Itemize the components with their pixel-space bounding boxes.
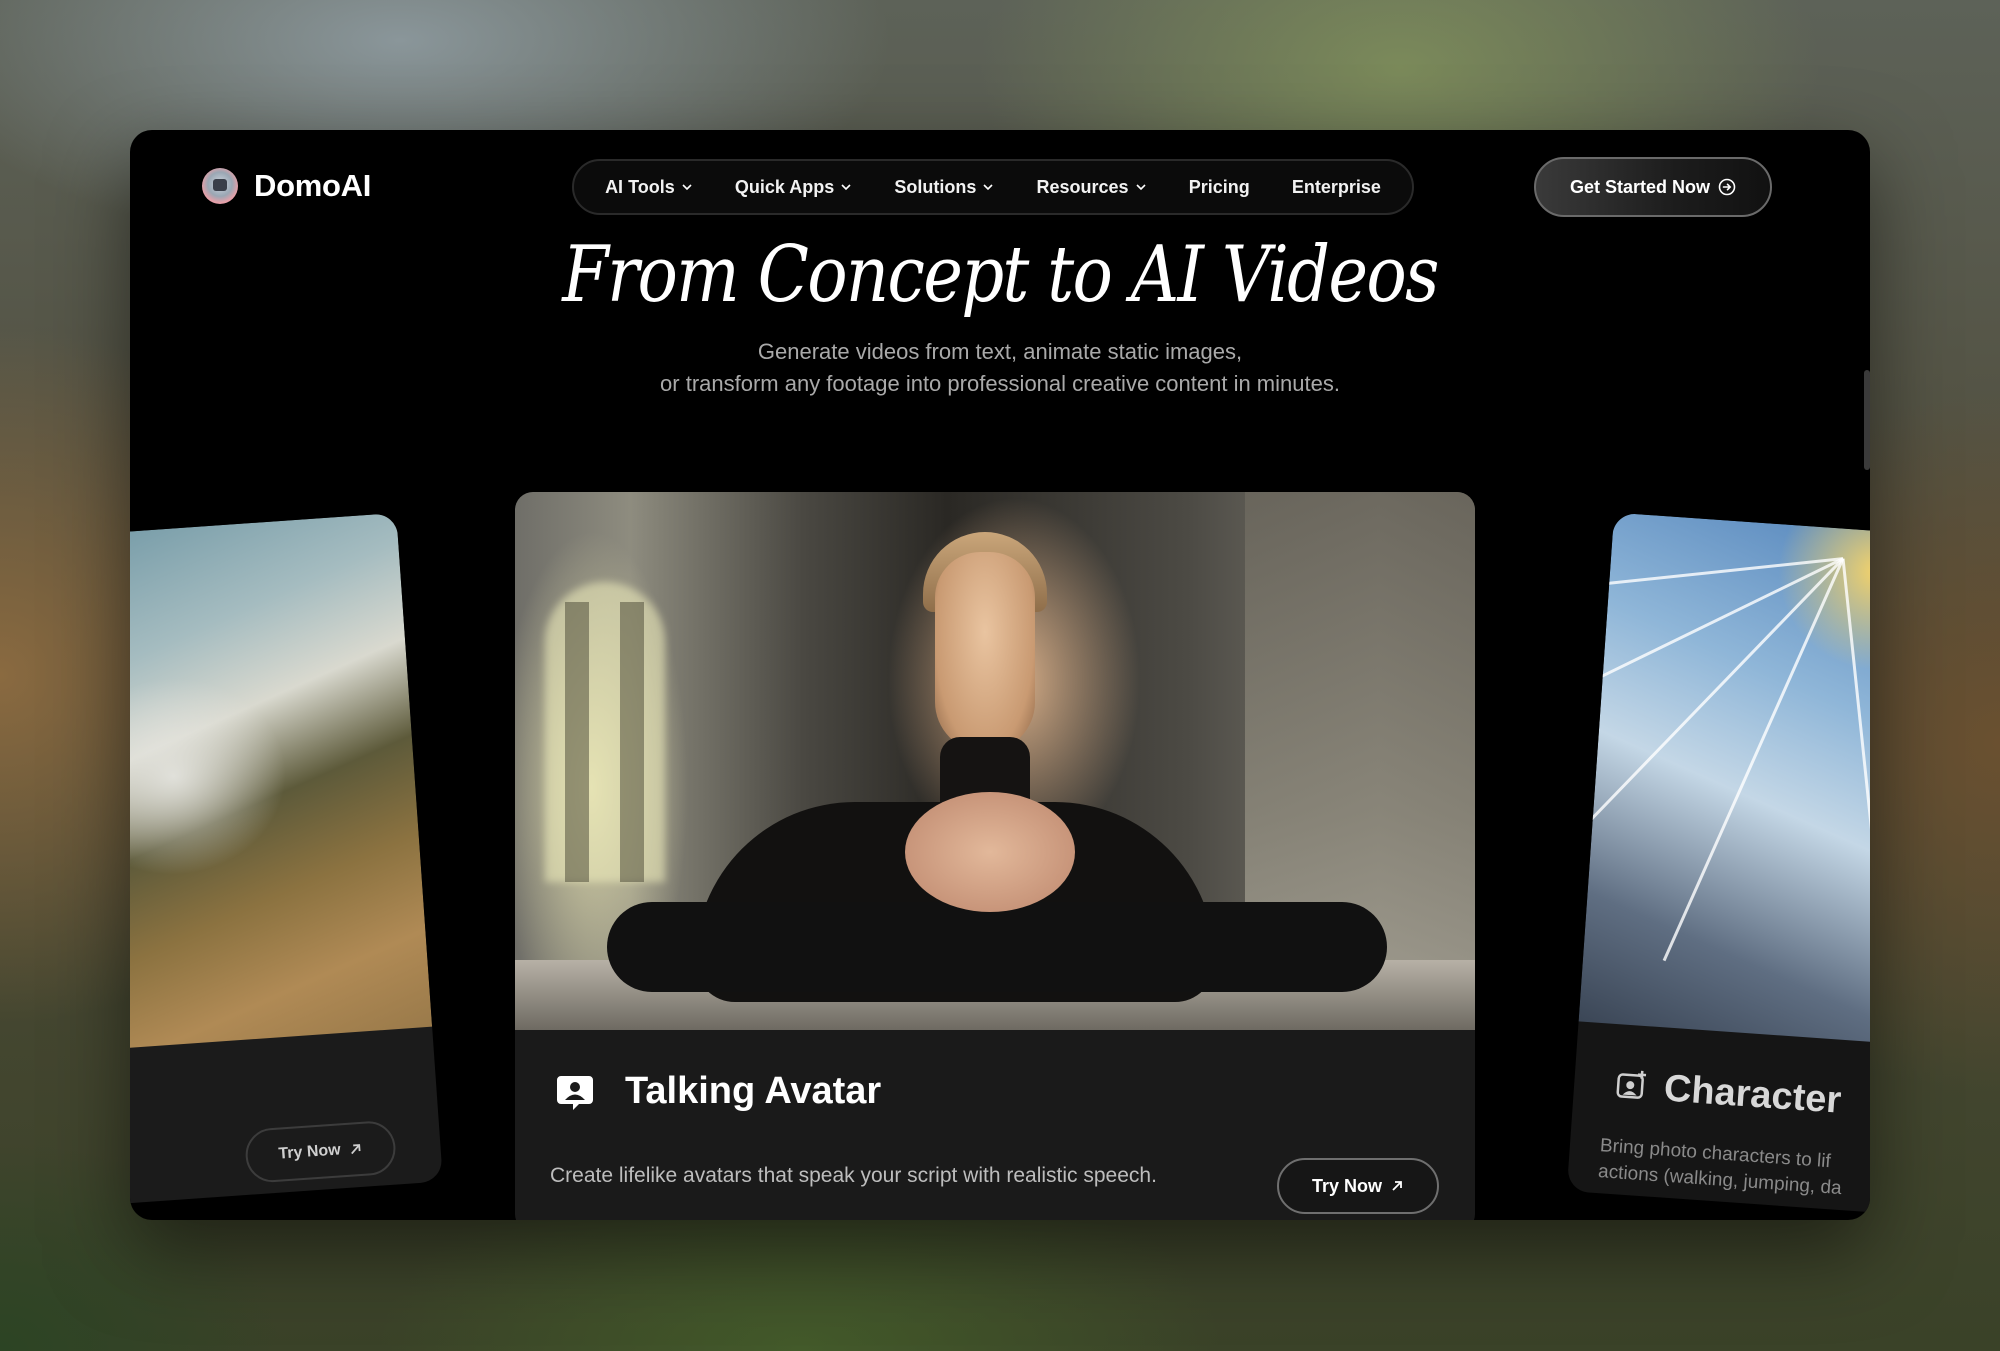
- nav-item-resources[interactable]: Resources: [1037, 177, 1147, 198]
- browser-window: DomoAI AI Tools Quick Apps Solutions Res…: [130, 130, 1870, 1220]
- nav-label: Solutions: [894, 176, 977, 197]
- character-card-description: Bring photo characters to lif actions (w…: [1597, 1133, 1860, 1203]
- nav-item-solutions[interactable]: Solutions: [894, 177, 994, 198]
- character-image-icon: [1616, 1070, 1647, 1099]
- button-label: Try Now: [1311, 1175, 1382, 1196]
- get-started-button[interactable]: Get Started Now: [1534, 157, 1772, 217]
- character-card-body: Character Bring photo characters to lif …: [1567, 1021, 1870, 1217]
- talking-avatar-preview-image: [515, 492, 1475, 1030]
- nav-label: Resources: [1036, 176, 1129, 197]
- nav-item-ai-tools[interactable]: AI Tools: [605, 177, 693, 198]
- feature-card-left[interactable]: Try Now: [130, 512, 443, 1208]
- nav-item-enterprise[interactable]: Enterprise: [1292, 177, 1381, 198]
- hero-title: From Concept to AI Videos: [562, 230, 1439, 320]
- talking-avatar-icon: [557, 1076, 593, 1110]
- talking-avatar-card-body: Talking Avatar Create lifelike avatars t…: [515, 1030, 1475, 1220]
- hero-subtitle: Generate videos from text, animate stati…: [130, 336, 1870, 400]
- page-scrollbar[interactable]: [1864, 370, 1870, 470]
- try-now-button-main[interactable]: Try Now: [1277, 1158, 1439, 1214]
- nav-item-pricing[interactable]: Pricing: [1189, 177, 1250, 198]
- nav-label: Pricing: [1188, 176, 1250, 197]
- arrow-circle-right-icon: [1718, 178, 1736, 196]
- nav-label: Quick Apps: [734, 176, 835, 197]
- talking-avatar-title: Talking Avatar: [625, 1070, 882, 1112]
- character-card-title: Character: [1662, 1067, 1843, 1122]
- nav-label: Enterprise: [1291, 176, 1381, 197]
- hero-subtitle-line-1: Generate videos from text, animate stati…: [757, 339, 1243, 364]
- chevron-down-icon: [682, 184, 692, 191]
- cta-label: Get Started Now: [1569, 176, 1711, 197]
- chevron-down-icon: [983, 184, 993, 191]
- arrow-up-right-icon: [1392, 1181, 1402, 1191]
- feature-card-character[interactable]: Character Bring photo characters to lif …: [1566, 512, 1870, 1218]
- nav-item-quick-apps[interactable]: Quick Apps: [735, 177, 852, 198]
- brand-name: DomoAI: [254, 168, 372, 203]
- try-now-button-left[interactable]: Try Now: [243, 1119, 398, 1184]
- arrow-up-right-icon: [351, 1144, 361, 1155]
- robot-logo-icon: [202, 168, 238, 204]
- hero-subtitle-line-2: or transform any footage into profession…: [660, 371, 1340, 396]
- button-label: Try Now: [277, 1141, 342, 1163]
- chevron-down-icon: [841, 184, 851, 191]
- chevron-down-icon: [1136, 184, 1146, 191]
- talking-avatar-description: Create lifelike avatars that speak your …: [550, 1164, 1157, 1187]
- feature-card-talking-avatar[interactable]: Talking Avatar Create lifelike avatars t…: [515, 492, 1475, 1220]
- ferris-wheel-preview-image: [1566, 512, 1870, 1048]
- main-nav: AI Tools Quick Apps Solutions Resources …: [572, 159, 1414, 215]
- landscape-preview-image: [130, 512, 433, 1053]
- nav-label: AI Tools: [605, 176, 675, 197]
- brand-logo[interactable]: DomoAI: [202, 168, 371, 204]
